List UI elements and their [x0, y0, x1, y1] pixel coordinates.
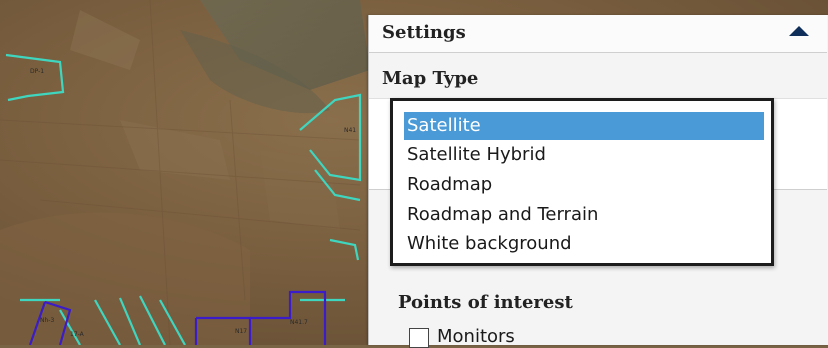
parcel-label: DP-1 [30, 68, 44, 75]
parcel-label: N41 [344, 127, 356, 134]
map-type-option-satellite-hybrid[interactable]: Satellite Hybrid [404, 141, 764, 169]
collapse-button[interactable] [787, 23, 809, 41]
settings-header[interactable]: Settings [369, 15, 827, 53]
triangle-up-icon [789, 26, 809, 36]
monitors-label[interactable]: Monitors [437, 326, 515, 347]
map-type-option-white-background[interactable]: White background [404, 230, 764, 258]
points-of-interest-label: Points of interest [398, 292, 573, 313]
parcel-label: 17-A [70, 331, 85, 338]
parcel-label: N17 [235, 328, 247, 335]
map-type-option-satellite[interactable]: Satellite [404, 112, 764, 140]
map-type-option-roadmap-terrain[interactable]: Roadmap and Terrain [404, 201, 764, 229]
map-type-option-roadmap[interactable]: Roadmap [404, 171, 764, 199]
settings-title: Settings [382, 22, 466, 43]
map-type-dropdown[interactable]: Satellite Satellite Hybrid Roadmap Roadm… [390, 98, 774, 266]
monitors-checkbox[interactable] [409, 328, 429, 348]
parcel-label: Nh-3 [40, 317, 54, 324]
parcel-label: N41.7 [290, 319, 308, 326]
map-type-label: Map Type [382, 68, 479, 89]
